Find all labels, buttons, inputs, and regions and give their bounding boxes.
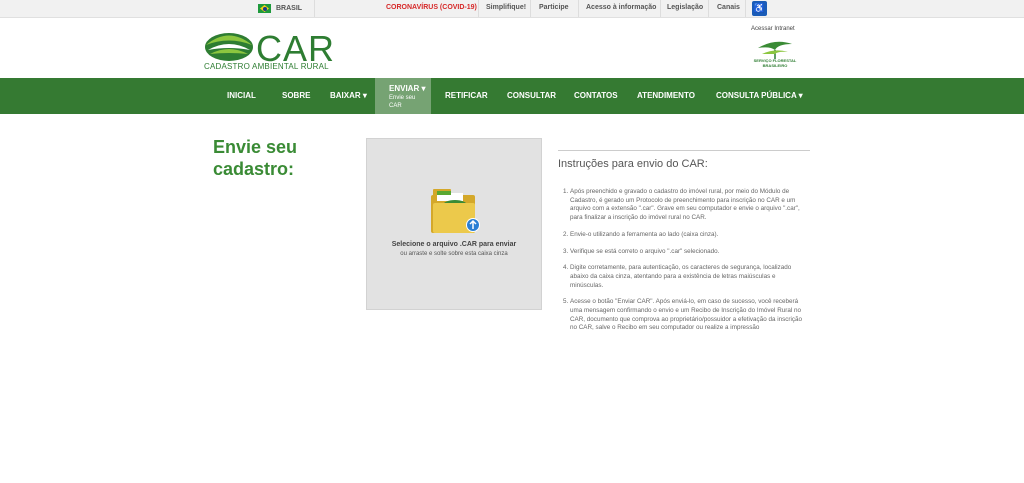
instruction-step: Digite corretamente, para autenticação, … <box>570 264 810 290</box>
covid-link[interactable]: CORONAVÍRUS (COVID-19) <box>386 4 477 11</box>
brasil-label: BRASIL <box>276 5 303 12</box>
drop-zone-hint: ou arraste e solte sobre esta caixa cinz… <box>400 251 508 257</box>
brazil-flag-icon <box>258 4 271 13</box>
divider <box>578 0 579 17</box>
instruction-step: Após preenchido e gravado o cadastro do … <box>570 188 810 223</box>
divider <box>745 0 746 17</box>
folder-upload-icon <box>431 189 480 233</box>
legislacao-link[interactable]: Legislação <box>667 4 703 11</box>
divider <box>708 0 709 17</box>
instruction-step: Envie-o utilizando a ferramenta ao lado … <box>570 231 810 240</box>
brasil-link[interactable]: BRASIL <box>258 4 302 13</box>
divider <box>530 0 531 17</box>
nav-enviar-sub-2: CAR <box>389 103 402 109</box>
divider <box>660 0 661 17</box>
simplifique-link[interactable]: Simplifique! <box>486 4 526 11</box>
nav-enviar[interactable]: ENVIAR ▾ Envie seu CAR <box>375 78 431 114</box>
canais-link[interactable]: Canais <box>717 4 740 11</box>
main-nav: INICIAL SOBRE BAIXAR ▾ ENVIAR ▾ Envie se… <box>0 78 1024 114</box>
instructions-panel: Instruções para envio do CAR: Após preen… <box>558 150 810 341</box>
accessibility-icon[interactable]: ♿ <box>752 1 767 16</box>
gov-bar: BRASIL CORONAVÍRUS (COVID-19) Simplifiqu… <box>0 0 1024 18</box>
divider <box>478 0 479 17</box>
instruction-step: Verifique se está correto o arquivo ".ca… <box>570 248 810 257</box>
nav-consulta-publica[interactable]: CONSULTA PÚBLICA ▾ <box>716 78 803 114</box>
nav-retificar[interactable]: RETIFICAR <box>445 78 488 114</box>
divider <box>314 0 315 17</box>
sfb-label-2: BRASILEIRO <box>762 63 788 68</box>
instructions-heading: Instruções para envio do CAR: <box>558 158 708 170</box>
acesso-informacao-link[interactable]: Acesso à informação <box>586 4 656 11</box>
logo-subtitle: CADASTRO AMBIENTAL RURAL <box>204 62 329 71</box>
participe-link[interactable]: Participe <box>539 4 569 11</box>
instruction-step: Acesse o botão "Enviar CAR". Após enviá-… <box>570 298 810 333</box>
instructions-list: Após preenchido e gravado o cadastro do … <box>558 188 810 333</box>
car-logo-icon <box>205 33 253 61</box>
drop-zone-label: Selecione o arquivo .CAR para enviar <box>391 241 517 248</box>
nav-consultar[interactable]: CONSULTAR <box>507 78 556 114</box>
nav-enviar-sub-1: Envie seu <box>389 95 416 101</box>
intranet-link[interactable]: Acessar Intranet <box>751 26 795 32</box>
sfb-logo[interactable]: SERVIÇO FLORESTAL BRASILEIRO <box>748 38 802 70</box>
file-drop-zone[interactable]: Selecione o arquivo .CAR para enviar ou … <box>366 138 542 310</box>
nav-baixar[interactable]: BAIXAR ▾ <box>330 78 367 114</box>
nav-atendimento[interactable]: ATENDIMENTO <box>637 78 695 114</box>
nav-inicial[interactable]: INICIAL <box>227 78 256 114</box>
nav-sobre[interactable]: SOBRE <box>282 78 310 114</box>
nav-contatos[interactable]: CONTATOS <box>574 78 618 114</box>
nav-enviar-label: ENVIAR ▾ <box>389 84 426 93</box>
page-title: Envie seu cadastro: <box>213 137 298 179</box>
tree-icon <box>758 41 792 59</box>
